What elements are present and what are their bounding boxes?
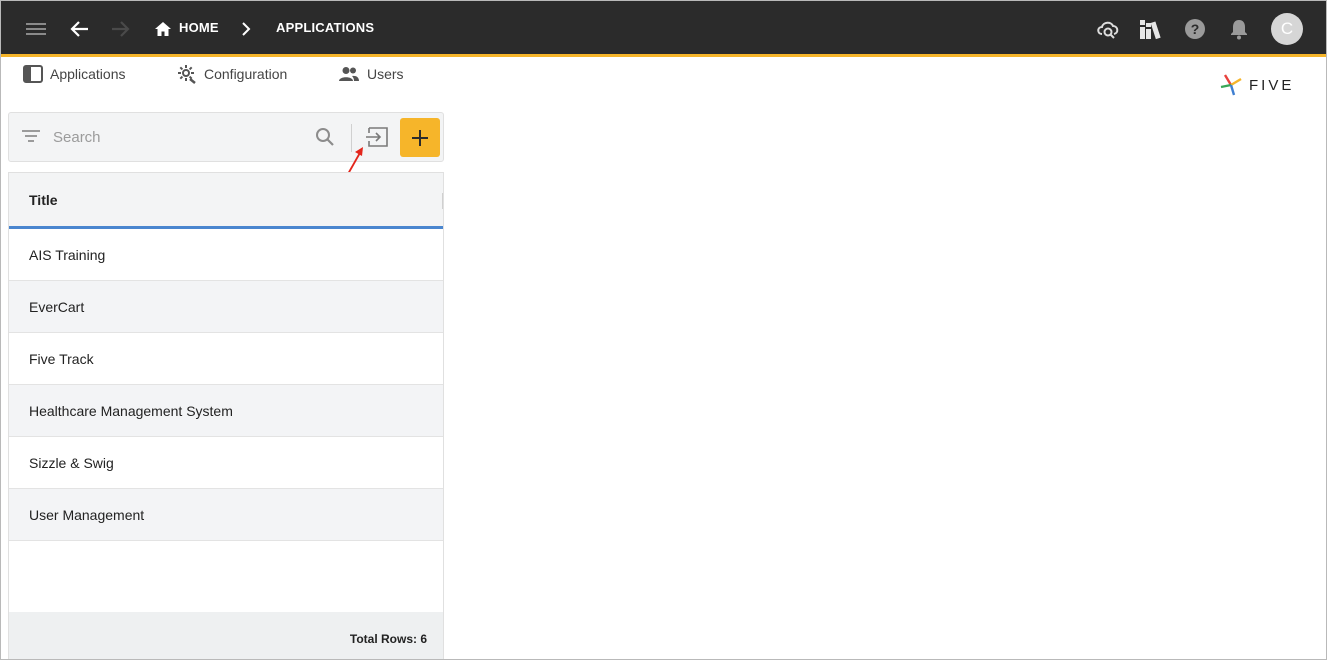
svg-text:?: ?	[1191, 21, 1200, 37]
table-row[interactable]: User Management	[9, 489, 443, 541]
tab-applications[interactable]: Applications	[23, 64, 126, 84]
row-title: EverCart	[29, 298, 85, 315]
row-title: Healthcare Management System	[29, 402, 233, 419]
add-button[interactable]	[400, 118, 440, 157]
back-arrow-icon[interactable]	[66, 15, 94, 43]
table-footer: Total Rows: 6	[9, 612, 443, 659]
app-window: HOME APPLICATIONS ? C Applications Confi…	[0, 0, 1327, 660]
tab-configuration[interactable]: Configuration	[177, 64, 287, 84]
chevron-right-icon	[232, 15, 260, 43]
breadcrumb-applications[interactable]: APPLICATIONS	[276, 20, 374, 35]
users-icon	[339, 67, 359, 81]
applications-icon	[23, 65, 43, 83]
table-row[interactable]: AIS Training	[9, 229, 443, 281]
menu-icon[interactable]	[22, 15, 50, 43]
search-input[interactable]	[53, 125, 303, 149]
notifications-bell-icon[interactable]	[1225, 15, 1253, 43]
plus-icon	[412, 129, 428, 146]
table-row[interactable]: Healthcare Management System	[9, 385, 443, 437]
total-rows-count: Total Rows: 6	[349, 632, 427, 646]
table-row[interactable]: EverCart	[9, 281, 443, 333]
library-books-icon[interactable]	[1137, 15, 1165, 43]
configuration-gear-icon	[178, 65, 196, 84]
row-title: User Management	[29, 506, 145, 523]
row-title: Five Track	[29, 350, 94, 367]
row-title: AIS Training	[29, 246, 106, 263]
five-logo: FIVE	[1219, 73, 1309, 97]
table-row[interactable]: Five Track	[9, 333, 443, 385]
section-tabs: Applications Configuration Users	[1, 58, 1326, 90]
column-resize-handle[interactable]	[442, 193, 443, 209]
search-icon[interactable]	[315, 127, 335, 152]
column-header-title[interactable]: Title	[29, 192, 58, 208]
tab-applications-label: Applications	[50, 66, 126, 82]
five-logo-text: FIVE	[1249, 76, 1295, 94]
tab-users[interactable]: Users	[338, 64, 404, 84]
filter-icon[interactable]	[22, 129, 40, 148]
user-avatar[interactable]: C	[1271, 13, 1303, 45]
five-logo-icon	[1220, 74, 1242, 96]
import-icon[interactable]	[365, 127, 389, 152]
top-bar: HOME APPLICATIONS ? C	[1, 1, 1326, 57]
applications-table: Title AIS Training EverCart Five Track H…	[8, 172, 444, 659]
search-toolbar	[8, 112, 444, 162]
table-row[interactable]: Sizzle & Swig	[9, 437, 443, 489]
tab-users-label: Users	[367, 66, 404, 82]
cloud-search-icon[interactable]	[1094, 15, 1122, 43]
breadcrumb-home[interactable]: HOME	[179, 20, 219, 35]
table-header: Title	[9, 173, 443, 229]
tab-configuration-label: Configuration	[204, 66, 288, 82]
row-title: Sizzle & Swig	[29, 454, 114, 471]
home-icon[interactable]	[149, 15, 177, 43]
help-icon[interactable]: ?	[1181, 15, 1209, 43]
forward-arrow-icon[interactable]	[106, 15, 134, 43]
